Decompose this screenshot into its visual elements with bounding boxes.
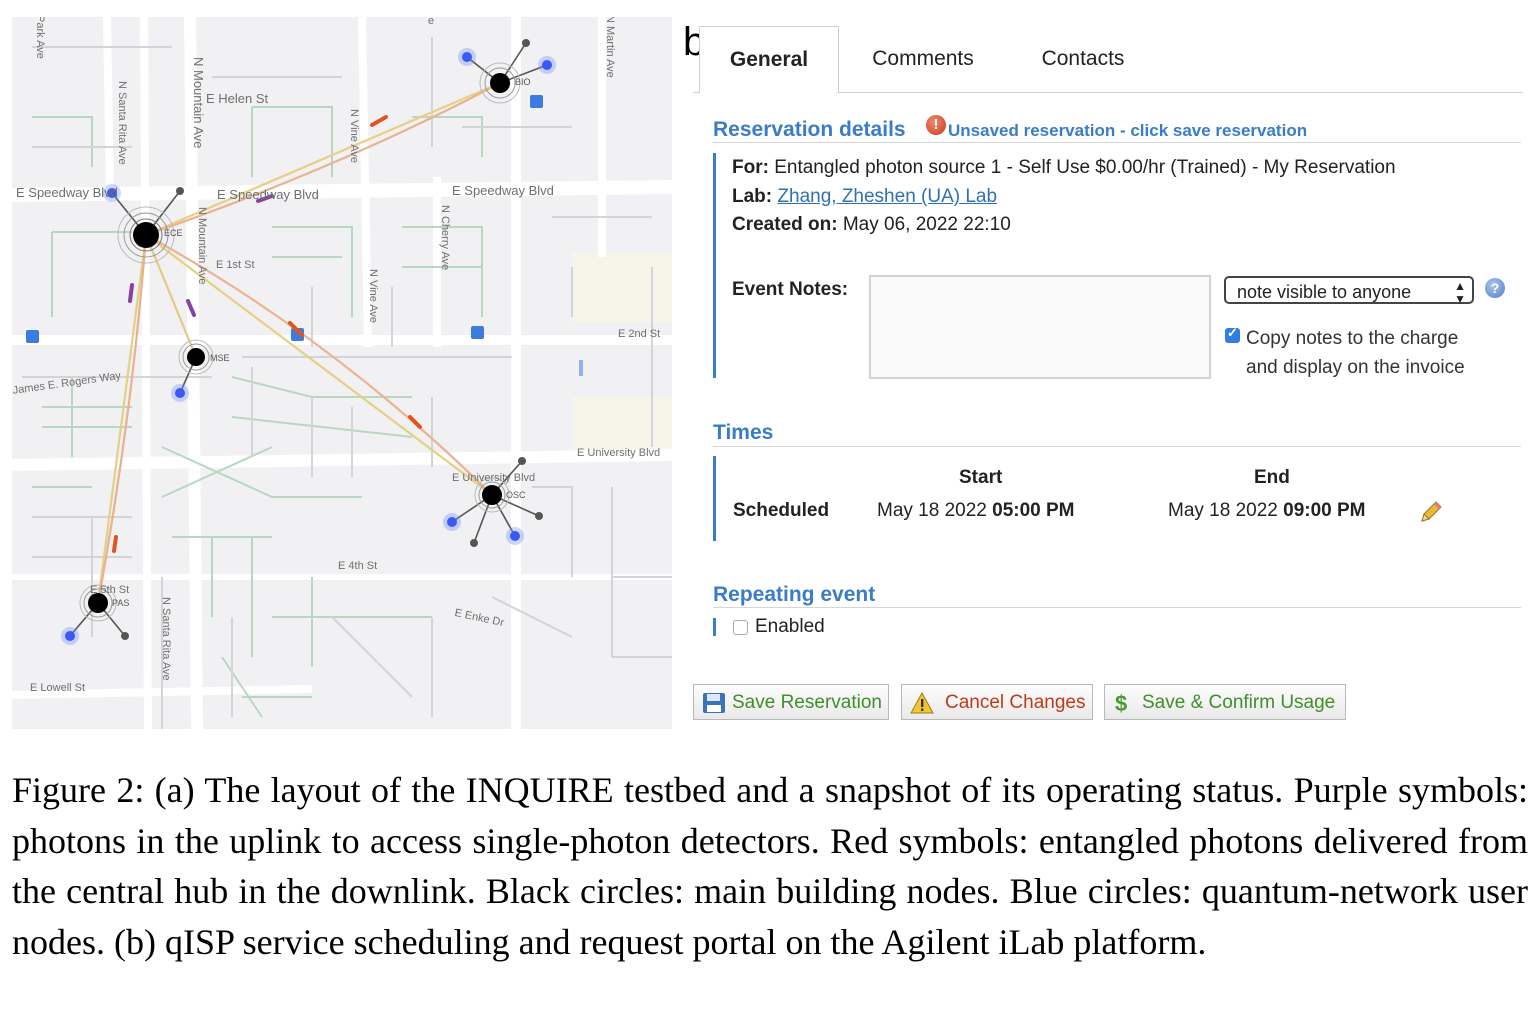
note-visibility-value: note visible to anyone <box>1237 282 1412 302</box>
node-label-osc: OSC <box>506 490 526 500</box>
edit-pencil-icon[interactable] <box>1417 498 1445 526</box>
dollar-icon: $ <box>1115 692 1127 714</box>
repeating-enabled-checkbox[interactable] <box>733 620 748 635</box>
node-label-mse: MSE <box>210 353 230 363</box>
tab-contacts[interactable]: Contacts <box>1013 26 1153 92</box>
start-time: 05:00 PM <box>992 500 1075 521</box>
copy-notes-checkbox[interactable] <box>1225 325 1240 343</box>
section-accent-bar <box>713 456 716 541</box>
tab-bar: General Comments Contacts <box>693 22 1523 94</box>
street-label: E 2nd St <box>618 328 661 340</box>
select-arrows-icon: ▲ ▼ <box>1454 279 1466 306</box>
note-visibility-select[interactable]: note visible to anyone ▲ ▼ <box>1224 276 1474 306</box>
node-label-bio: BIO <box>515 77 531 87</box>
copy-notes-line2: and display on the invoice <box>1246 357 1465 378</box>
for-label: For: <box>732 157 769 178</box>
figure-caption: Figure 2: (a) The layout of the INQUIRE … <box>12 770 1528 962</box>
save-confirm-usage-button[interactable]: $ Save & Confirm Usage <box>1104 684 1346 720</box>
for-value: Entangled photon source 1 - Self Use $0.… <box>774 157 1396 178</box>
reservation-lab-row: Lab: Zhang, Zheshen (UA) Lab <box>732 186 997 208</box>
event-notes-label: Event Notes: <box>732 279 849 300</box>
reservation-created-row: Created on: May 06, 2022 22:10 <box>732 214 1011 236</box>
section-accent-bar <box>713 618 716 636</box>
warning-triangle-icon <box>910 692 934 714</box>
section-accent-bar <box>713 153 716 378</box>
street-label: e <box>428 17 435 27</box>
svg-text:$: $ <box>1115 692 1127 714</box>
start-header: Start <box>959 467 1003 488</box>
end-header: End <box>1254 467 1290 488</box>
reservation-details-heading: Reservation details <box>713 118 906 141</box>
copy-notes-label: Copy notes to the charge and display on … <box>1246 324 1465 382</box>
start-datetime: May 18 2022 05:00 PM <box>877 500 1075 522</box>
warning-icon: ! <box>926 115 946 135</box>
testbed-map: E Helen St E Speedway Blvd E Speedway Bl… <box>12 17 672 729</box>
street-label: E 5th St <box>90 584 130 596</box>
street-label: N Mountain Ave <box>191 57 206 149</box>
end-date: May 18 2022 <box>1168 500 1278 521</box>
street-label: N Mountain Ave <box>196 207 208 285</box>
event-notes-textarea[interactable] <box>869 275 1211 379</box>
save-reservation-button[interactable]: Save Reservation <box>693 684 889 720</box>
repeating-event-heading: Repeating event <box>713 583 876 606</box>
street-label: N Martin Ave <box>604 17 616 78</box>
street-label: E Speedway Blvd <box>452 183 554 198</box>
street-label: N Santa Rita Ave <box>160 597 172 681</box>
end-time: 09:00 PM <box>1283 500 1366 521</box>
start-date: May 18 2022 <box>877 500 987 521</box>
section-divider <box>713 142 1521 143</box>
cancel-changes-label: Cancel Changes <box>945 692 1086 713</box>
floppy-disk-icon <box>703 693 725 713</box>
end-datetime: May 18 2022 09:00 PM <box>1168 500 1366 522</box>
street-label: Park Ave <box>34 17 46 59</box>
street-label: E 1st St <box>216 259 255 271</box>
street-label: E Speedway Blvd <box>217 187 319 202</box>
street-label: E University Blvd <box>452 472 536 484</box>
ilab-portal: General Comments Contacts Reservation de… <box>693 22 1523 732</box>
save-confirm-usage-label: Save & Confirm Usage <box>1142 692 1336 713</box>
cancel-changes-button[interactable]: Cancel Changes <box>901 684 1093 720</box>
street-label: E 4th St <box>338 560 378 572</box>
help-icon[interactable]: ? <box>1485 278 1505 298</box>
created-value: May 06, 2022 22:10 <box>842 214 1011 235</box>
street-label: E Helen St <box>206 91 269 106</box>
copy-notes-line1: Copy notes to the charge <box>1246 328 1459 349</box>
street-label: E Speedway Blvd <box>16 185 118 200</box>
street-label: N Vine Ave <box>348 109 360 164</box>
tab-comments[interactable]: Comments <box>853 26 993 92</box>
tab-general[interactable]: General <box>699 26 839 94</box>
unsaved-warning-link[interactable]: Unsaved reservation - click save reserva… <box>948 121 1307 141</box>
lab-label: Lab: <box>732 186 773 207</box>
reservation-for-row: For: Entangled photon source 1 - Self Us… <box>732 157 1396 179</box>
street-label: N Cherry Ave <box>439 205 451 271</box>
node-label-pas: PAS <box>112 598 130 608</box>
created-label: Created on: <box>732 214 838 235</box>
street-label: E Lowell St <box>30 682 86 694</box>
street-label: N Santa Rita Ave <box>116 81 128 165</box>
lab-link[interactable]: Zhang, Zheshen (UA) Lab <box>777 186 997 207</box>
section-divider <box>713 446 1521 447</box>
user-nodes <box>65 52 552 641</box>
street-label: E University Blvd <box>577 447 661 459</box>
street-label: N Vine Ave <box>367 269 379 324</box>
times-heading: Times <box>713 421 774 444</box>
save-reservation-label: Save Reservation <box>732 692 882 713</box>
repeating-enabled-label: Enabled <box>755 616 825 637</box>
section-divider <box>713 607 1521 608</box>
scheduled-label: Scheduled <box>733 500 830 521</box>
node-label-ece: ECE <box>164 228 183 238</box>
map-block <box>572 252 672 322</box>
